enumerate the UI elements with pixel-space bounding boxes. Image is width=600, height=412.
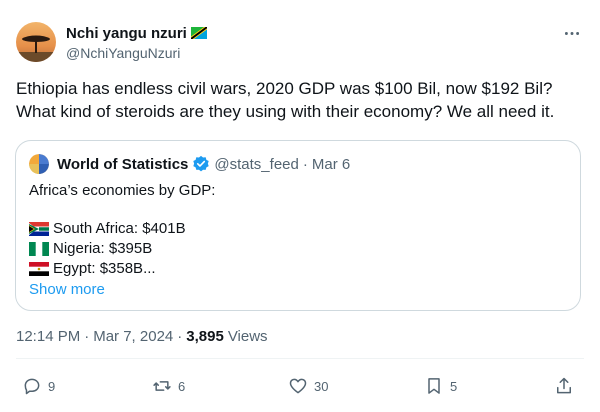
nigeria-flag-icon (29, 242, 49, 256)
views-label: Views (227, 328, 268, 345)
bookmark-count: 5 (450, 378, 458, 394)
separator-dot: · (177, 328, 183, 345)
tweet-time[interactable]: 12:14 PM (16, 328, 80, 345)
quoted-body: Africa’s economies by GDP: South Africa:… (29, 181, 215, 300)
list-item-text: Egypt: $358B... (53, 260, 156, 277)
south-africa-flag-icon (29, 222, 49, 236)
quoted-date: Mar 6 (311, 155, 351, 173)
repost-icon (153, 381, 171, 391)
author-name[interactable]: Nchi yangu nzuri (66, 25, 187, 42)
divider (16, 358, 584, 359)
verified-badge-icon (193, 155, 210, 172)
tweet: Nchi yangu nzuri @NchiYanguNzuri Ethiopi… (0, 0, 600, 412)
author-avatar[interactable] (16, 22, 56, 62)
list-item: Nigeria: $395B (29, 239, 215, 259)
views-count: 3,895 (186, 328, 224, 345)
reply-count: 9 (48, 378, 56, 394)
list-item: Egypt: $358B... (29, 259, 215, 279)
tweet-text-line: What kind of steroids are they using wit… (16, 101, 555, 121)
acacia-sunset-image (16, 22, 56, 62)
quoted-author-handle: @stats_feed (214, 155, 299, 173)
share-icon (557, 377, 571, 394)
separator-dot: · (84, 328, 90, 345)
quoted-intro: Africa’s economies by GDP: (29, 182, 216, 199)
action-bar: 9 6 30 5 (0, 374, 600, 400)
bookmark-icon (428, 378, 440, 394)
repost-button[interactable]: 6 (152, 374, 185, 398)
reply-button[interactable]: 9 (22, 374, 55, 398)
quoted-tweet[interactable]: World of Statistics @stats_feed · Mar 6 … (15, 140, 581, 311)
repost-count: 6 (178, 378, 186, 394)
pie-logo-icon (29, 154, 49, 174)
show-more-link[interactable]: Show more (29, 280, 215, 300)
more-options-icon[interactable] (562, 25, 582, 41)
reply-icon (24, 378, 40, 395)
tweet-date[interactable]: Mar 7, 2024 (93, 328, 173, 345)
author-handle[interactable]: @NchiYanguNzuri (66, 45, 207, 61)
heart-icon (289, 378, 307, 394)
share-button[interactable] (554, 374, 574, 398)
bookmark-button[interactable]: 5 (424, 374, 457, 398)
separator-dot: · (302, 155, 308, 173)
quoted-author-avatar (29, 154, 49, 174)
like-count: 30 (314, 378, 329, 394)
tweet-meta: 12:14 PM · Mar 7, 2024 · 3,895 Views (16, 328, 268, 345)
tanzania-flag-icon (190, 27, 207, 39)
like-button[interactable]: 30 (288, 374, 328, 398)
list-item: South Africa: $401B (29, 219, 215, 239)
quoted-author-name: World of Statistics (57, 155, 189, 173)
tweet-text: Ethiopia has endless civil wars, 2020 GD… (16, 78, 586, 123)
author-info: Nchi yangu nzuri @NchiYanguNzuri (66, 24, 207, 61)
quoted-header: World of Statistics @stats_feed · Mar 6 (57, 154, 350, 174)
list-item-text: South Africa: $401B (53, 220, 186, 237)
tweet-text-line: Ethiopia has endless civil wars, 2020 GD… (16, 79, 553, 98)
list-item-text: Nigeria: $395B (53, 240, 153, 257)
egypt-flag-icon (29, 262, 49, 276)
